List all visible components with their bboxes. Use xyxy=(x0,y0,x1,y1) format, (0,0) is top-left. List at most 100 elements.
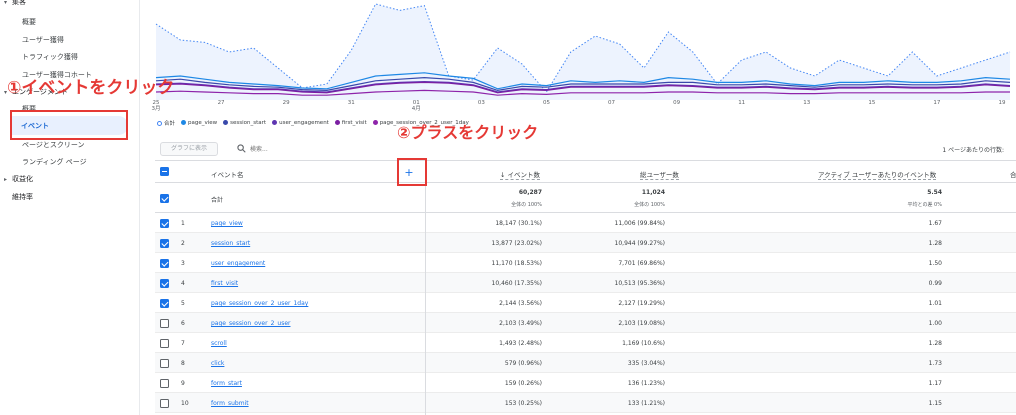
total-users-cell: 2,103 (19.08%) xyxy=(618,320,665,327)
events-per-user-cell: 1.17 xyxy=(928,380,942,387)
annotation-step2: ②プラスをクリック xyxy=(397,123,539,142)
legend-item[interactable]: 合計 xyxy=(157,119,175,127)
x-tick-label: 03 xyxy=(477,100,485,106)
table-row: 10 form_submit 153 (0.25%) 133 (1.21%) 1.15 xyxy=(155,393,1016,413)
annotation-step1: ①イベントをクリック xyxy=(7,78,175,98)
legend-item[interactable]: user_engagement xyxy=(272,120,329,126)
header-event-name[interactable]: イベント名 xyxy=(211,169,244,179)
total-users-cell: 11,006 (99.84%) xyxy=(614,220,665,227)
events-per-user-cell: 0.99 xyxy=(928,280,942,287)
total-users: 11,024 xyxy=(641,189,665,196)
row-checkbox[interactable] xyxy=(160,299,169,308)
row-checkbox[interactable] xyxy=(160,279,169,288)
event-name-link[interactable]: page_session_over_2_user_1day xyxy=(211,300,308,307)
event-name-link[interactable]: scroll xyxy=(211,340,227,347)
total-users-cell: 10,944 (99.27%) xyxy=(614,240,665,247)
event-count-cell: 153 (0.25%) xyxy=(504,400,542,407)
total-users-cell: 2,127 (19.29%) xyxy=(618,300,665,307)
legend-item[interactable]: first_visit xyxy=(334,120,367,126)
event-name-link[interactable]: session_start xyxy=(211,240,250,247)
events-per-user-cell: 1.28 xyxy=(928,240,942,247)
event-name-link[interactable]: form_start xyxy=(211,380,242,387)
row-checkbox[interactable] xyxy=(160,219,169,228)
row-index: 7 xyxy=(181,340,185,347)
table-row: 8 click 579 (0.96%) 335 (3.04%) 1.73 xyxy=(155,353,1016,373)
x-tick-label: 27 xyxy=(217,100,225,106)
event-name-link[interactable]: user_engagement xyxy=(211,260,265,267)
event-count-cell: 579 (0.96%) xyxy=(504,360,542,367)
event-count-cell: 18,147 (30.1%) xyxy=(495,220,542,227)
total-users-cell: 335 (3.04%) xyxy=(627,360,665,367)
select-all-checkbox[interactable] xyxy=(160,167,169,176)
header-total-users[interactable]: 総ユーザー数 xyxy=(640,169,679,180)
table-row: 7 scroll 1,493 (2.48%) 1,169 (10.6%) 1.28 xyxy=(155,333,1016,353)
row-index: 4 xyxy=(181,280,185,287)
table-row: 9 form_start 159 (0.26%) 136 (1.23%) 1.17 xyxy=(155,373,1016,393)
x-tick-label: 25 3月 xyxy=(151,100,161,112)
event-name-link[interactable]: page_view xyxy=(211,220,243,227)
event-name-link[interactable]: click xyxy=(211,360,224,367)
x-tick-label: 29 xyxy=(282,100,290,106)
x-tick-label: 31 xyxy=(347,100,355,106)
row-index: 2 xyxy=(181,240,185,247)
events-per-user-cell: 1.01 xyxy=(928,300,942,307)
events-per-user-cell: 1.50 xyxy=(928,260,942,267)
rows-per-page-label: 1 ページあたりの行数: xyxy=(942,147,1004,154)
event-name-link[interactable]: page_session_over_2_user xyxy=(211,320,290,327)
total-users-cell: 10,513 (95.36%) xyxy=(614,280,665,287)
row-checkbox[interactable] xyxy=(160,319,169,328)
x-tick-label: 01 4月 xyxy=(411,100,421,112)
total-checkbox[interactable] xyxy=(160,194,169,203)
table-total-row: 合計 60,287 全体の 100% 11,024 全体の 100% 5.54 … xyxy=(155,183,1016,213)
row-index: 3 xyxy=(181,260,185,267)
total-event-count-sub: 全体の 100% xyxy=(511,202,542,208)
caret-down-icon: ▾ xyxy=(4,0,8,6)
total-events-per-user: 5.54 xyxy=(927,189,942,196)
events-per-user-cell: 1.00 xyxy=(928,320,942,327)
total-users-sub: 全体の 100% xyxy=(634,202,665,208)
row-checkbox[interactable] xyxy=(160,379,169,388)
x-tick-label: 13 xyxy=(803,100,811,106)
search-input[interactable] xyxy=(250,143,390,155)
show-in-graph-button[interactable]: グラフに表示 xyxy=(160,142,218,156)
row-index: 5 xyxy=(181,300,185,307)
x-tick-label: 19 xyxy=(998,100,1006,106)
header-events-per-user[interactable]: アクティブ ユーザーあたりのイベント数 xyxy=(818,169,937,180)
legend-dot-icon xyxy=(181,120,187,125)
total-users-cell: 1,169 (10.6%) xyxy=(622,340,665,347)
event-name-link[interactable]: form_submit xyxy=(211,400,249,407)
x-tick-label: 05 xyxy=(542,100,550,106)
sidebar-section-acquisition[interactable]: ▾ 集客 xyxy=(4,0,26,7)
legend-dot-icon xyxy=(372,120,378,125)
sidebar-item-user-acquisition[interactable]: ユーザー獲得 xyxy=(22,35,64,45)
x-tick-label: 11 xyxy=(738,100,746,106)
sidebar-item-traffic-acquisition[interactable]: トラフィック獲得 xyxy=(22,52,78,62)
row-checkbox[interactable] xyxy=(160,339,169,348)
legend-item[interactable]: page_view xyxy=(181,120,217,126)
event-name-link[interactable]: first_visit xyxy=(211,280,238,287)
sidebar-section-monetization[interactable]: ▸ 収益化 xyxy=(4,174,33,184)
row-checkbox[interactable] xyxy=(160,359,169,368)
event-count-cell: 2,144 (3.56%) xyxy=(499,300,542,307)
row-index: 1 xyxy=(181,220,185,227)
table-row: 3 user_engagement 11,170 (18.53%) 7,701 (69… xyxy=(155,253,1016,273)
search-icon[interactable] xyxy=(237,144,246,153)
left-sidebar: ▾ 集客 概要 ユーザー獲得 トラフィック獲得 ユーザー獲得コホート ▾ エンゲージ… xyxy=(0,0,140,415)
header-extra-column[interactable]: 合 xyxy=(1010,169,1016,179)
event-count-cell: 13,877 (23.02%) xyxy=(491,240,542,247)
total-label: 合計 xyxy=(211,197,224,204)
row-checkbox[interactable] xyxy=(160,239,169,248)
sidebar-item-acquisition-overview[interactable]: 概要 xyxy=(22,17,36,27)
total-users-cell: 133 (1.21%) xyxy=(627,400,665,407)
sidebar-item-pages-screens[interactable]: ページとスクリーン xyxy=(22,140,85,150)
table-row: 5 page_session_over_2_user_1day 2,144 (3.5… xyxy=(155,293,1016,313)
event-count-cell: 2,103 (3.49%) xyxy=(499,320,542,327)
legend-item[interactable]: session_start xyxy=(223,120,266,126)
sidebar-item-landing-page[interactable]: ランディング ページ xyxy=(22,157,87,167)
sidebar-section-retention[interactable]: 維持率 xyxy=(4,192,33,202)
row-checkbox[interactable] xyxy=(160,399,169,408)
x-tick-label: 09 xyxy=(673,100,681,106)
row-checkbox[interactable] xyxy=(160,259,169,268)
header-event-count[interactable]: ↓ イベント数 xyxy=(500,169,541,180)
event-count-cell: 159 (0.26%) xyxy=(504,380,542,387)
